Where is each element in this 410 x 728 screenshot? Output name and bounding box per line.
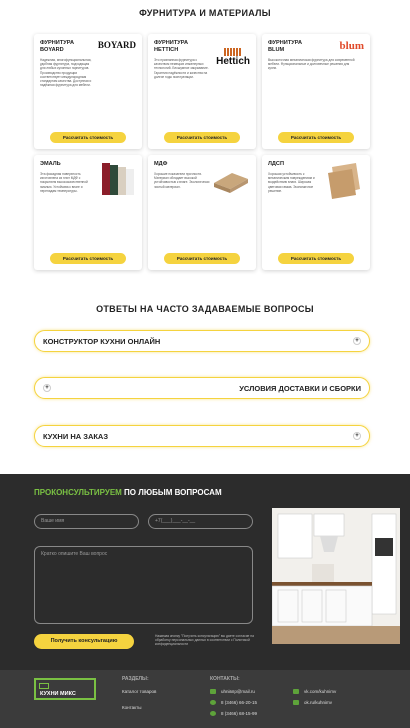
enamel-samples-image — [102, 163, 134, 195]
faq-title: ОТВЕТЫ НА ЧАСТО ЗАДАВАЕМЫЕ ВОПРОСЫ — [96, 304, 314, 314]
hettich-mark-icon — [224, 48, 243, 56]
faq-question: КОНСТРУКТОР КУХНИ ОНЛАЙН — [43, 336, 161, 346]
card-enamel: ЭМАЛЬ Эта фасадная поверхность изготовле… — [34, 155, 142, 270]
card-boyard: ФУРНИТУРА BOYARD BOYARD Надежная, многоф… — [34, 34, 142, 149]
name-input[interactable]: Ваше имя — [34, 514, 139, 529]
page: ФУРНИТУРА И МАТЕРИАЛЫ ФУРНИТУРА BOYARD B… — [0, 0, 410, 728]
phone-text: 8 (3466) 68-15-99 — [221, 711, 258, 716]
card-description: Хорошая устойчивость к механическим повр… — [268, 172, 315, 193]
blum-logo: blum — [339, 40, 364, 52]
mdf-board-image — [214, 173, 248, 193]
faq-question: КУХНИ НА ЗАКАЗ — [43, 431, 109, 441]
materials-title: ФУРНИТУРА И МАТЕРИАЛЫ — [139, 8, 271, 18]
faq-item-delivery[interactable]: + УСЛОВИЯ ДОСТАВКИ И СБОРКИ — [34, 377, 370, 399]
faq-item-custom[interactable]: КУХНИ НА ЗАКАЗ + — [34, 425, 370, 447]
footer-link-catalog[interactable]: Каталог товаров — [122, 689, 156, 694]
card-mdf: МДФ Хорошие показатели прочности. Матери… — [148, 155, 256, 270]
card-category: ФУРНИТУРА BOYARD — [40, 40, 75, 53]
card-hettich: ФУРНИТУРА HETTICH Hettich Это признанная… — [148, 34, 256, 149]
footer-link-contacts[interactable]: Контакты — [122, 705, 141, 710]
plus-icon: + — [353, 337, 361, 345]
phone-icon — [210, 711, 216, 717]
get-consult-button[interactable]: Получить консультацию — [34, 634, 134, 649]
ok-row[interactable]: ok.ru/kuhnimv — [293, 700, 333, 706]
footer-logo[interactable]: КУХНИ МИКС — [40, 691, 76, 697]
plus-icon: + — [353, 432, 361, 440]
phone-row-1[interactable]: 8 (3466) 66-20-15 — [210, 700, 258, 706]
consent-text: Нажимая кнопку "Получить консультацию" в… — [155, 634, 254, 647]
email-text: uhniвпр@mail.ru — [221, 689, 255, 694]
footer-logo-box: КУХНИ МИКС — [34, 678, 96, 700]
card-blum: ФУРНИТУРА BLUM blum Высокоточная механич… — [262, 34, 370, 149]
card-description: Надежная, многофункциональная, удобная ф… — [40, 58, 92, 88]
vk-text: vk.com/kuhnimv — [304, 689, 337, 694]
card-description: Это признанная фурнитура с качеством нем… — [154, 58, 209, 79]
calc-price-button[interactable]: Рассчитать стоимость — [50, 253, 126, 264]
card-description: Высокоточная механическая фурнитура для … — [268, 58, 355, 71]
ok-icon — [293, 700, 299, 706]
card-category: ФУРНИТУРА BLUM — [268, 40, 303, 53]
sections-title: РАЗДЕЛЫ: — [122, 676, 149, 682]
calc-price-button[interactable]: Рассчитать стоимость — [164, 253, 240, 264]
plus-icon: + — [43, 384, 51, 392]
consult-title-rest: ПО ЛЮБЫМ ВОПРОСАМ — [121, 488, 222, 497]
calc-price-button[interactable]: Рассчитать стоимость — [50, 132, 126, 143]
boyard-logo: BOYARD — [97, 40, 136, 50]
calc-price-button[interactable]: Рассчитать стоимость — [164, 132, 240, 143]
faq-question: УСЛОВИЯ ДОСТАВКИ И СБОРКИ — [239, 383, 361, 393]
card-description: Эта фасадная поверхность изготовлена из … — [40, 172, 88, 193]
consult-title-accent: ПРОКОНСУЛЬТИРУЕМ — [34, 488, 122, 497]
ldsp-board-image — [328, 163, 360, 199]
consult-title: ПРОКОНСУЛЬТИРУЕМ ПО ЛЮБЫМ ВОПРОСАМ — [34, 488, 222, 497]
phone-row-2[interactable]: 8 (3466) 68-15-99 — [210, 711, 258, 717]
card-ldsp: ЛДСП Хорошая устойчивость к механическим… — [262, 155, 370, 270]
hettich-logo-text: Hettich — [216, 56, 250, 67]
vk-row[interactable]: vk.com/kuhnimv — [293, 689, 337, 695]
vk-icon — [293, 689, 299, 695]
question-textarea[interactable]: Кратко опишите Ваш вопрос — [34, 546, 253, 624]
phone-icon — [210, 700, 216, 706]
kitchen-image — [272, 508, 400, 644]
phone-text: 8 (3466) 66-20-15 — [221, 700, 258, 705]
card-category: ФУРНИТУРА HETTICH — [154, 40, 189, 53]
phone-input[interactable]: +7(___)___-__-__ — [148, 514, 253, 529]
ok-text: ok.ru/kuhnimv — [304, 700, 333, 705]
consult-section: ПРОКОНСУЛЬТИРУЕМ ПО ЛЮБЫМ ВОПРОСАМ Ваше … — [0, 474, 410, 670]
footer: КУХНИ МИКС РАЗДЕЛЫ: Каталог товаров Конт… — [0, 670, 410, 728]
hettich-logo: Hettich — [216, 48, 250, 67]
faq-item-constructor[interactable]: КОНСТРУКТОР КУХНИ ОНЛАЙН + — [34, 330, 370, 352]
email-row[interactable]: uhniвпр@mail.ru — [210, 689, 255, 695]
calc-price-button[interactable]: Рассчитать стоимость — [278, 253, 354, 264]
calc-price-button[interactable]: Рассчитать стоимость — [278, 132, 354, 143]
logo-mark-icon — [39, 683, 49, 689]
contacts-title: КОНТАКТЫ: — [210, 676, 240, 682]
mail-icon — [210, 689, 216, 695]
card-description: Хорошие показатели прочности. Материал о… — [154, 172, 210, 189]
